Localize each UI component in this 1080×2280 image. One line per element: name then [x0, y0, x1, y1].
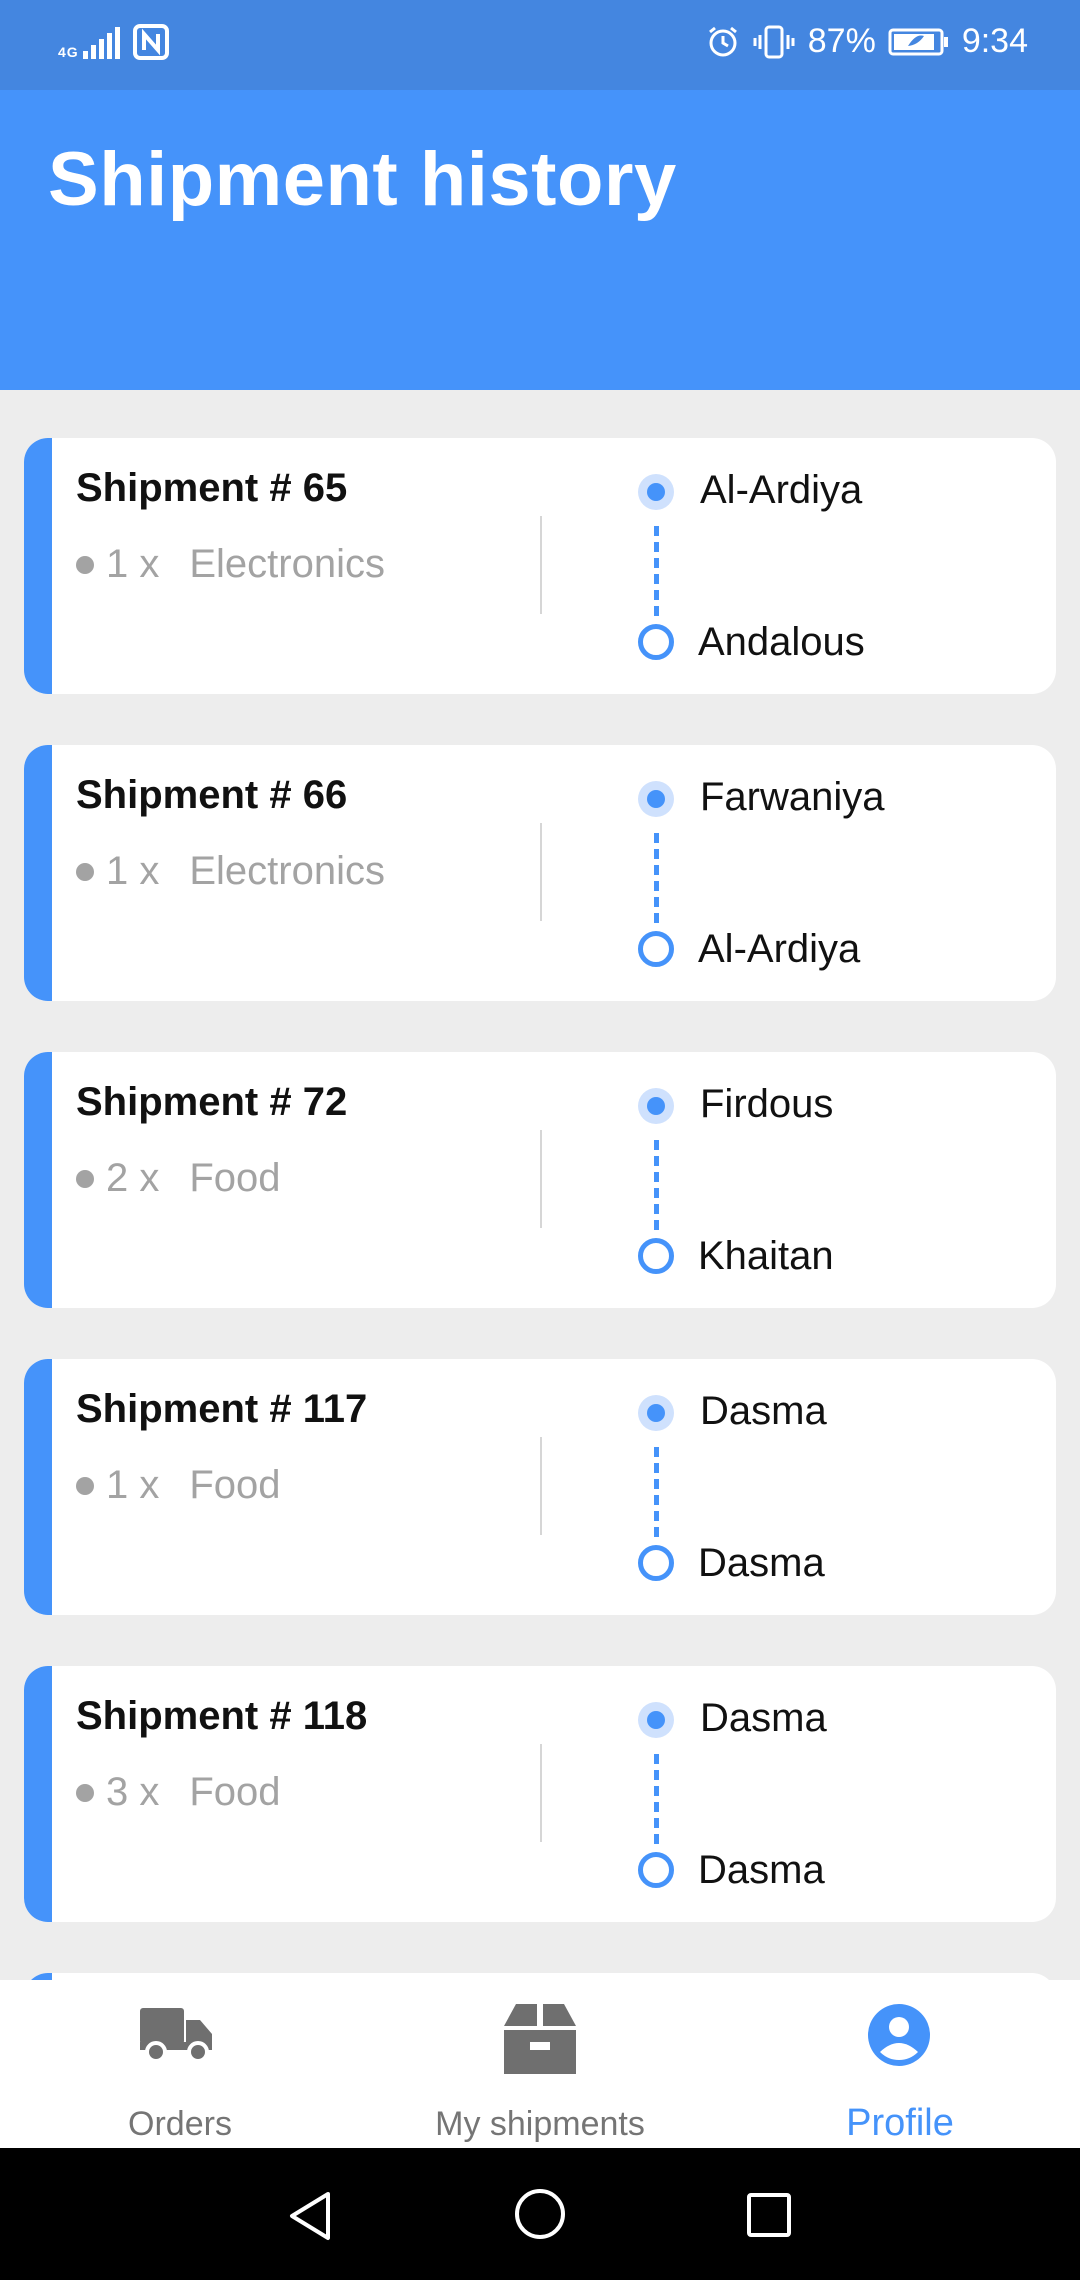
nav-profile-label: Profile: [846, 2102, 954, 2144]
status-bar: 4G 87% 9:34: [0, 0, 1080, 90]
route-line: [654, 1140, 659, 1230]
shipment-title: Shipment # 118: [76, 1694, 368, 1738]
package-icon: [504, 2004, 576, 2074]
nfc-icon: [132, 24, 169, 60]
shipment-list[interactable]: Shipment # 65 1 x Electronics Al-Ardiya …: [0, 390, 1080, 1980]
divider: [540, 1130, 542, 1228]
item-quantity: 1 x: [106, 542, 160, 586]
bullet-icon: [76, 1169, 94, 1188]
battery-icon: [888, 28, 948, 55]
item-quantity: 3 x: [106, 1770, 160, 1814]
origin-city: Al-Ardiya: [700, 468, 863, 512]
destination-marker-icon: [638, 1852, 674, 1888]
shipment-items: 3 x Food: [76, 1770, 281, 1815]
item-quantity: 1 x: [106, 1463, 160, 1507]
item-category: Food: [189, 1463, 281, 1507]
clock: 9:34: [961, 22, 1028, 60]
item-quantity: 1 x: [106, 849, 160, 893]
signal-icon: [82, 27, 120, 59]
origin-marker-icon: [638, 781, 674, 817]
back-icon[interactable]: [286, 2190, 334, 2242]
item-category: Food: [189, 1770, 281, 1814]
shipment-card[interactable]: Shipment # 117 1 x Food Dasma Dasma: [24, 1359, 1056, 1615]
bullet-icon: [76, 1476, 94, 1495]
destination-marker-icon: [638, 1238, 674, 1274]
shipment-card[interactable]: Shipment # 118 3 x Food Dasma Dasma: [24, 1666, 1056, 1922]
bottom-nav: Orders My shipments Profile: [0, 1980, 1080, 2148]
item-category: Electronics: [189, 542, 385, 586]
card-accent-bar: [24, 1973, 52, 1980]
shipment-items: 1 x Electronics: [76, 849, 385, 894]
origin-marker-icon: [638, 1088, 674, 1124]
truck-icon: [140, 2008, 212, 2063]
destination-city: Dasma: [698, 1848, 825, 1892]
divider: [540, 516, 542, 614]
destination-city: Dasma: [698, 1541, 825, 1585]
card-accent-bar: [24, 1052, 52, 1308]
route-line: [654, 833, 659, 923]
network-indicator: 4G: [58, 25, 123, 59]
divider: [540, 1437, 542, 1535]
nav-my-shipments-label: My shipments: [435, 2105, 645, 2143]
shipment-card[interactable]: Shipment # 66 1 x Electronics Farwaniya …: [24, 745, 1056, 1001]
page-title: Shipment history: [48, 137, 677, 222]
origin-city: Farwaniya: [700, 775, 885, 819]
origin-city: Firdous: [700, 1082, 834, 1126]
divider: [540, 1744, 542, 1842]
account-circle-icon: [868, 2004, 930, 2066]
card-accent-bar: [24, 1359, 52, 1615]
shipment-title: Shipment # 72: [76, 1080, 348, 1124]
destination-marker-icon: [638, 1545, 674, 1581]
shipment-title: Shipment # 65: [76, 466, 348, 510]
route-line: [654, 526, 659, 616]
card-accent-bar: [24, 745, 52, 1001]
destination-city: Al-Ardiya: [698, 927, 861, 971]
system-nav-bar: [0, 2148, 1080, 2280]
item-quantity: 2 x: [106, 1156, 160, 1200]
battery-percent: 87%: [807, 22, 876, 60]
destination-marker-icon: [638, 624, 674, 660]
shipment-card[interactable]: Shipment # 65 1 x Electronics Al-Ardiya …: [24, 438, 1056, 694]
item-category: Food: [189, 1156, 281, 1200]
origin-marker-icon: [638, 1702, 674, 1738]
bullet-icon: [76, 1783, 94, 1802]
origin-marker-icon: [638, 474, 674, 510]
bullet-icon: [76, 555, 94, 574]
divider: [540, 823, 542, 921]
shipment-items: 1 x Food: [76, 1463, 281, 1508]
nav-orders-label: Orders: [128, 2105, 232, 2143]
route-line: [654, 1447, 659, 1537]
origin-city: Dasma: [700, 1696, 827, 1740]
bullet-icon: [76, 862, 94, 881]
item-category: Electronics: [189, 849, 385, 893]
origin-city: Dasma: [700, 1389, 827, 1433]
shipment-title: Shipment # 117: [76, 1387, 368, 1431]
nav-profile[interactable]: Profile: [720, 1980, 1080, 2148]
origin-marker-icon: [638, 1395, 674, 1431]
destination-city: Khaitan: [698, 1234, 834, 1278]
home-icon[interactable]: [514, 2188, 566, 2240]
shipment-card-partial[interactable]: [24, 1973, 1056, 1980]
card-accent-bar: [24, 1666, 52, 1922]
shipment-items: 2 x Food: [76, 1156, 281, 1201]
shipment-card[interactable]: Shipment # 72 2 x Food Firdous Khaitan: [24, 1052, 1056, 1308]
status-right: 87% 9:34: [706, 22, 1028, 61]
route-line: [654, 1754, 659, 1844]
app-header: Shipment history: [0, 90, 1080, 390]
alarm-icon: [708, 26, 737, 56]
shipment-items: 1 x Electronics: [76, 542, 385, 587]
network-label: 4G: [58, 44, 79, 60]
vibrate-icon: [753, 25, 795, 58]
nav-my-shipments[interactable]: My shipments: [360, 1980, 720, 2148]
card-accent-bar: [24, 438, 52, 694]
recents-icon[interactable]: [746, 2192, 792, 2238]
nav-orders[interactable]: Orders: [0, 1980, 360, 2148]
destination-marker-icon: [638, 931, 674, 967]
shipment-title: Shipment # 66: [76, 773, 348, 817]
status-left: 4G: [58, 24, 169, 60]
destination-city: Andalous: [698, 620, 865, 664]
